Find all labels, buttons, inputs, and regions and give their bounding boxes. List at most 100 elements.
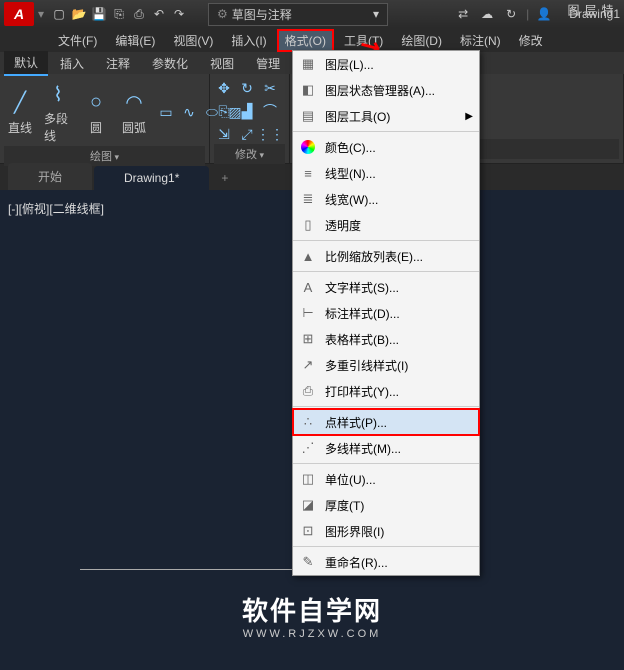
dropdown-item[interactable]: ▲比例缩放列表(E)... [293,243,479,269]
rect-icon[interactable]: ▭ [156,102,176,122]
menu-item-label: 图层工具(O) [325,108,390,125]
menu-item-label: 点样式(P)... [325,414,387,431]
ribbon-tab-parametric[interactable]: 参数化 [142,52,198,75]
app-logo-icon[interactable]: A [4,2,34,26]
menu-item-label: 比例缩放列表(E)... [325,248,423,265]
stretch-icon[interactable]: ⇲ [214,124,234,144]
new-icon[interactable]: ▢ [50,5,68,23]
rotate-icon[interactable]: ↻ [237,78,257,98]
array-icon[interactable]: ⋮⋮ [260,124,280,144]
arc-icon: ◠ [120,89,148,117]
polyline-button[interactable]: ⌇多段线 [42,78,74,146]
dropdown-item[interactable]: ≡线型(N)... [293,160,479,186]
spline-icon[interactable]: ∿ [179,102,199,122]
panel-modify: ✥ ↻ ✂ ⎘ ▟ ⌒ ⇲ ⤢ ⋮⋮ 修改 [210,74,290,163]
menu-separator [293,546,479,547]
menu-item-icon [299,138,317,156]
menu-item-label: 标注样式(D)... [325,305,400,322]
ribbon-tab-view[interactable]: 视图 [200,52,244,75]
menu-item-icon: ↗ [299,356,317,374]
dropdown-item[interactable]: ▯透明度 [293,212,479,238]
mirror-icon[interactable]: ▟ [237,101,257,121]
workspace-label: 草图与注释 [232,6,292,23]
dropdown-item[interactable]: ▦图层(L)... [293,51,479,77]
dropdown-item[interactable]: ◫单位(U)... [293,466,479,492]
menu-item-icon: ◫ [299,470,317,488]
menu-item-icon: ∴ [299,413,317,431]
fillet-icon[interactable]: ⌒ [260,101,280,121]
format-dropdown-menu: ▦图层(L)...◧图层状态管理器(A)...▤图层工具(O)▶颜色(C)...… [292,50,480,576]
menu-file[interactable]: 文件(F) [50,29,105,52]
menu-draw[interactable]: 绘图(D) [393,29,450,52]
signin-icon[interactable]: 👤 [535,5,553,23]
menu-item-label: 图层(L)... [325,56,374,73]
tab-drawing1[interactable]: Drawing1* [94,166,209,190]
redo-icon[interactable]: ↷ [170,5,188,23]
tab-start[interactable]: 开始 [8,163,92,190]
logo-dropdown-icon[interactable]: ▾ [38,7,44,21]
dropdown-item[interactable]: ⊢标注样式(D)... [293,300,479,326]
menu-item-icon: ⊡ [299,522,317,540]
panel-draw: ╱直线 ⌇多段线 ○圆 ◠圆弧 ▭ ∿ ⬭ ▨ 绘图 [0,74,210,163]
title-bar: A ▾ ▢ 📂 💾 ⎘ ⎙ ↶ ↷ 草图与注释 ▾ ⇄ ☁ ↻ | 👤 Draw… [0,0,624,28]
workspace-selector[interactable]: 草图与注释 ▾ [208,3,388,26]
move-icon[interactable]: ✥ [214,78,234,98]
menu-modify[interactable]: 修改 [511,29,551,52]
menu-edit[interactable]: 编辑(E) [107,29,163,52]
dropdown-item[interactable]: ✎重命名(R)... [293,549,479,575]
dropdown-item[interactable]: ▤图层工具(O)▶ [293,103,479,129]
polyline-icon: ⌇ [44,80,72,108]
sync-icon[interactable]: ↻ [502,5,520,23]
scale-icon[interactable]: ⤢ [237,124,257,144]
dropdown-item[interactable]: ∴ 点样式(P)... [293,409,479,435]
saveas-icon[interactable]: ⎘ [110,5,128,23]
dropdown-item[interactable]: ↗ 多重引线样式(I) [293,352,479,378]
tab-add-button[interactable]: + [211,166,238,190]
dropdown-item[interactable]: 颜色(C)... [293,134,479,160]
menu-item-label: 多线样式(M)... [325,440,401,457]
arc-button[interactable]: ◠圆弧 [118,87,150,138]
ribbon-tab-insert[interactable]: 插入 [50,52,94,75]
dropdown-item[interactable]: ⊡ 图形界限(I) [293,518,479,544]
menu-item-label: 图形界限(I) [325,523,384,540]
cloud-icon[interactable]: ☁ [478,5,496,23]
dropdown-item[interactable]: A文字样式(S)... [293,274,479,300]
menu-view[interactable]: 视图(V) [165,29,221,52]
share-icon[interactable]: ⇄ [454,5,472,23]
dropdown-item[interactable]: ◧图层状态管理器(A)... [293,77,479,103]
save-icon[interactable]: 💾 [90,5,108,23]
menu-format[interactable]: 格式(O) [277,29,334,52]
dropdown-item[interactable]: ⎙打印样式(Y)... [293,378,479,404]
ribbon-tab-manage[interactable]: 管理 [246,52,290,75]
viewport-label[interactable]: [-][俯视][二维线框] [8,200,104,217]
undo-icon[interactable]: ↶ [150,5,168,23]
dropdown-item[interactable]: ◪厚度(T) [293,492,479,518]
print-icon[interactable]: ⎙ [130,5,148,23]
menu-item-label: 线型(N)... [325,165,376,182]
dropdown-item[interactable]: ≣线宽(W)... [293,186,479,212]
watermark-main: 软件自学网 [0,591,624,628]
quick-access-toolbar: ▢ 📂 💾 ⎘ ⎙ ↶ ↷ [50,5,188,23]
menu-item-label: 多重引线样式(I) [325,357,408,374]
menu-dimension[interactable]: 标注(N) [452,29,509,52]
menu-tools[interactable]: 工具(T) [336,29,391,52]
chevron-down-icon: ▾ [373,7,379,21]
menu-item-icon: ⊞ [299,330,317,348]
ribbon-tab-annotate[interactable]: 注释 [96,52,140,75]
menu-item-label: 文字样式(S)... [325,279,399,296]
menu-bar: 文件(F) 编辑(E) 视图(V) 插入(I) 格式(O) 工具(T) 绘图(D… [0,28,624,52]
line-button[interactable]: ╱直线 [4,87,36,138]
dropdown-item[interactable]: ⋰多线样式(M)... [293,435,479,461]
ribbon-tab-default[interactable]: 默认 [4,51,48,76]
submenu-arrow-icon: ▶ [465,111,473,122]
panel-modify-title[interactable]: 修改 [214,144,285,164]
watermark: 软件自学网 WWW.RJZXW.COM [0,591,624,640]
circle-button[interactable]: ○圆 [80,87,112,138]
open-icon[interactable]: 📂 [70,5,88,23]
trim-icon[interactable]: ✂ [260,78,280,98]
menu-insert[interactable]: 插入(I) [223,29,274,52]
menu-separator [293,131,479,132]
copy-icon[interactable]: ⎘ [214,101,234,121]
menu-separator [293,271,479,272]
dropdown-item[interactable]: ⊞表格样式(B)... [293,326,479,352]
